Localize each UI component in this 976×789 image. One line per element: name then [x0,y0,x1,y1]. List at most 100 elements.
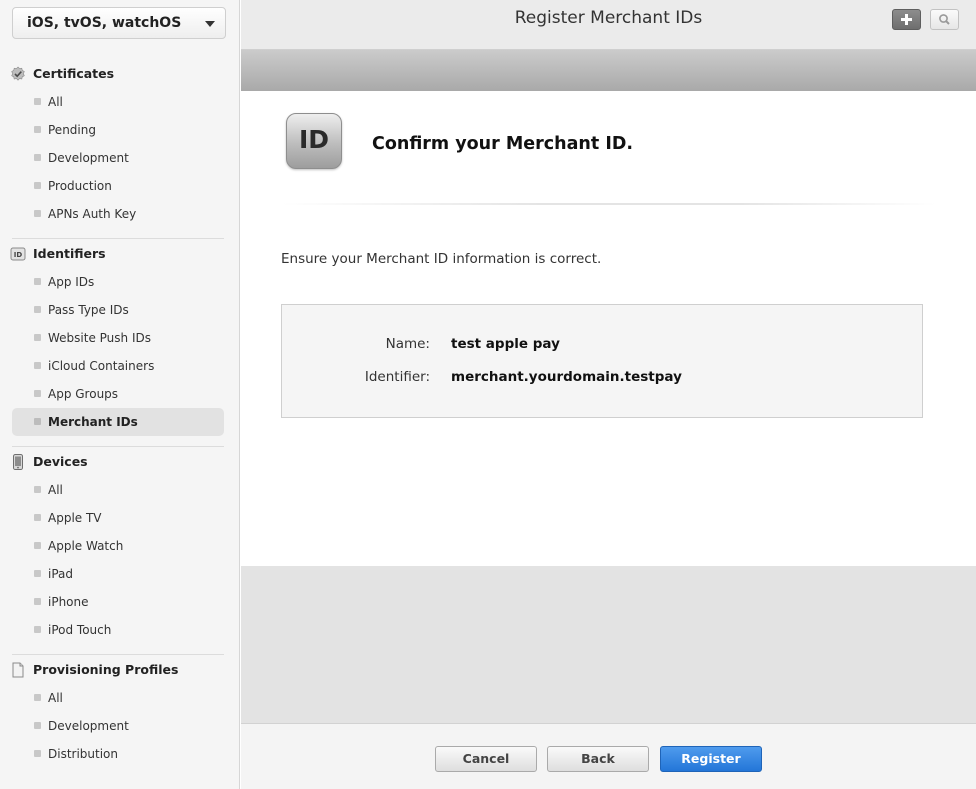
bullet [34,542,41,549]
sidebar-item-icloud-containers[interactable]: iCloud Containers [0,352,240,380]
bullet [34,598,41,605]
sidebar-item-certificates-all[interactable]: All [0,88,240,116]
sidebar-item-label: All [48,483,63,497]
plus-icon [901,14,912,25]
sidebar-item-ipod-touch[interactable]: iPod Touch [0,616,240,644]
bullet [34,278,41,285]
section-title: Devices [33,454,88,469]
sidebar-item-label: iPhone [48,595,89,609]
top-bar: Register Merchant IDs [241,0,976,50]
bullet [34,694,41,701]
name-value: test apple pay [451,336,560,352]
sidebar-item-pending[interactable]: Pending [0,116,240,144]
sidebar-item-profiles-all[interactable]: All [0,684,240,712]
confirm-heading: Confirm your Merchant ID. [372,134,634,154]
sidebar-item-apns-auth-key[interactable]: APNs Auth Key [0,200,240,228]
sidebar-item-certificates-development[interactable]: Development [0,144,240,172]
section-identifiers: ID Identifiers App IDs Pass Type IDs Web… [0,240,240,436]
section-certificates: Certificates All Pending Development Pro… [0,60,240,228]
add-button[interactable] [892,9,921,30]
sidebar-item-iphone[interactable]: iPhone [0,588,240,616]
bullet [34,362,41,369]
device-icon [13,454,23,470]
section-provisioning-profiles: Provisioning Profiles All Development Di… [0,656,240,768]
search-button[interactable] [930,9,959,30]
sidebar-item-apple-tv[interactable]: Apple TV [0,504,240,532]
sidebar-item-label: Development [48,719,129,733]
sidebar-item-label: Distribution [48,747,119,761]
sidebar-item-devices-all[interactable]: All [0,476,240,504]
divider [12,654,224,655]
certificate-icon [11,66,25,81]
bullet [34,486,41,493]
cancel-button[interactable]: Cancel [435,746,537,772]
document-icon [12,662,24,678]
bullet [34,210,41,217]
bullet [34,626,41,633]
bullet [34,334,41,341]
sidebar-item-label: Production [48,179,112,193]
sidebar-item-label: App Groups [48,387,119,401]
heading-divider [281,203,936,205]
sidebar-item-apple-watch[interactable]: Apple Watch [0,532,240,560]
bullet [34,570,41,577]
bullet [34,182,41,189]
section-header-provisioning-profiles: Provisioning Profiles [0,656,240,684]
search-icon [939,14,950,25]
sidebar-item-merchant-ids[interactable]: Merchant IDs [12,408,224,436]
sidebar-item-ipad[interactable]: iPad [0,560,240,588]
merchant-id-badge-icon: ID [286,113,342,169]
bullet [34,306,41,313]
platform-selector[interactable]: iOS, tvOS, watchOS [12,7,226,39]
bullet [34,98,41,105]
svg-text:ID: ID [14,251,23,259]
sidebar-item-app-groups[interactable]: App Groups [0,380,240,408]
footer-bar: Cancel Back Register [241,723,976,789]
chevron-down-icon [205,21,215,27]
section-header-identifiers: ID Identifiers [0,240,240,268]
sidebar-item-label: Apple Watch [48,539,124,553]
section-title: Provisioning Profiles [33,662,179,677]
divider [12,446,224,447]
register-button[interactable]: Register [660,746,762,772]
sidebar-item-label: Merchant IDs [48,415,138,429]
sidebar-item-profiles-distribution[interactable]: Distribution [0,740,240,768]
platform-label: iOS, tvOS, watchOS [27,15,182,31]
sidebar-item-app-ids[interactable]: App IDs [0,268,240,296]
sidebar-item-label: App IDs [48,275,95,289]
merchant-info-box: Name: test apple pay Identifier: merchan… [281,304,923,418]
bullet [34,154,41,161]
sidebar-item-label: Apple TV [48,511,102,525]
confirm-panel: ID Confirm your Merchant ID. Ensure your… [241,91,976,566]
sidebar-item-label: iPod Touch [48,623,112,637]
sidebar: iOS, tvOS, watchOS Certificates All Pend… [0,0,240,789]
sidebar-item-production[interactable]: Production [0,172,240,200]
sidebar-item-website-push-ids[interactable]: Website Push IDs [0,324,240,352]
sidebar-item-pass-type-ids[interactable]: Pass Type IDs [0,296,240,324]
sidebar-item-label: APNs Auth Key [48,207,137,221]
bullet [34,722,41,729]
name-label: Name: [385,336,430,352]
name-row: Name: test apple pay [282,336,922,356]
toolbar-band [241,50,976,91]
section-title: Identifiers [33,246,106,261]
sidebar-item-label: Development [48,151,129,165]
sidebar-item-label: iPad [48,567,74,581]
section-header-certificates: Certificates [0,60,240,88]
sidebar-item-profiles-development[interactable]: Development [0,712,240,740]
bullet [34,750,41,757]
sidebar-item-label: Pass Type IDs [48,303,129,317]
sidebar-item-label: Pending [48,123,96,137]
instruction-text: Ensure your Merchant ID information is c… [281,251,602,267]
page-title: Register Merchant IDs [514,8,703,28]
sidebar-item-label: All [48,95,63,109]
identifier-label: Identifier: [364,369,430,385]
bullet [34,126,41,133]
section-title: Certificates [33,66,115,81]
bullet [34,514,41,521]
back-button[interactable]: Back [547,746,649,772]
id-icon: ID [10,247,26,261]
sidebar-item-label: Website Push IDs [48,331,151,345]
empty-area [241,566,976,723]
section-devices: Devices All Apple TV Apple Watch iPad iP… [0,448,240,644]
